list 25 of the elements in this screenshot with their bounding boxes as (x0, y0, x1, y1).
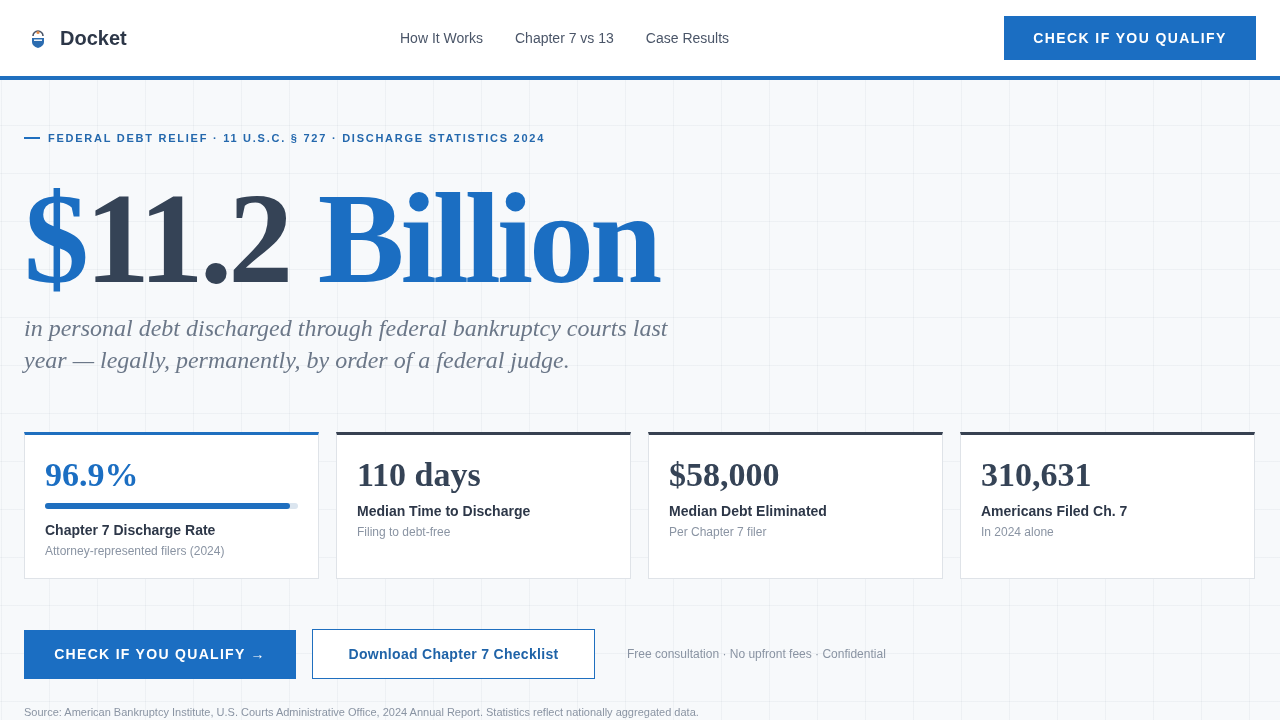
stat-note: Filing to debt-free (357, 524, 452, 540)
brand-name[interactable]: Docket (60, 26, 127, 50)
nav-link[interactable]: Case Results (645, 30, 730, 46)
subtitle: in personal debt discharged through federal bankruptcy courts last year — legally, permanently, by order of a federal judge. (24, 314, 669, 375)
stat-value: 110 days (357, 455, 482, 495)
stat-label: Chapter 7 Discharge Rate (45, 521, 217, 539)
qualify-button[interactable]: CHECK IF YOU QUALIFY (1004, 16, 1256, 60)
stat-label: Americans Filed Ch. 7 (981, 502, 1129, 520)
stat-label: Median Time to Discharge (357, 502, 532, 520)
qualify-button[interactable]: CHECK IF YOU QUALIFY → (24, 629, 296, 679)
nav-link[interactable]: How It Works (400, 30, 483, 46)
nav-link[interactable]: Chapter 7 vs 13 (515, 30, 614, 46)
stat-note: Per Chapter 7 filer (669, 524, 768, 540)
assurance-text: Free consultation · No upfront fees · Confidential (627, 647, 886, 661)
shield-logo-icon (30, 28, 46, 48)
stat-note: In 2024 alone (981, 524, 1055, 540)
eyebrow-text: FEDERAL DEBT RELIEF · 11 U.S.C. § 727 · DISCHARGE STATISTICS 2024 (48, 132, 545, 144)
stat-value: 310,631 (981, 455, 1093, 495)
stat-value: 96.9% (45, 455, 140, 495)
headline: $11.2 Billion (24, 174, 659, 302)
source-note: Source: American Bankruptcy Institute, U.S. Courts Administrative Office, 2024 Annual Report. Statistics reflect nationally aggregated data. (24, 705, 699, 719)
stat-value: $58,000 (669, 455, 781, 495)
stat-label: Median Debt Eliminated (669, 502, 828, 520)
stat-note: Attorney-represented filers (2024) (45, 543, 226, 559)
download-checklist-button[interactable]: Download Chapter 7 Checklist (312, 629, 595, 679)
